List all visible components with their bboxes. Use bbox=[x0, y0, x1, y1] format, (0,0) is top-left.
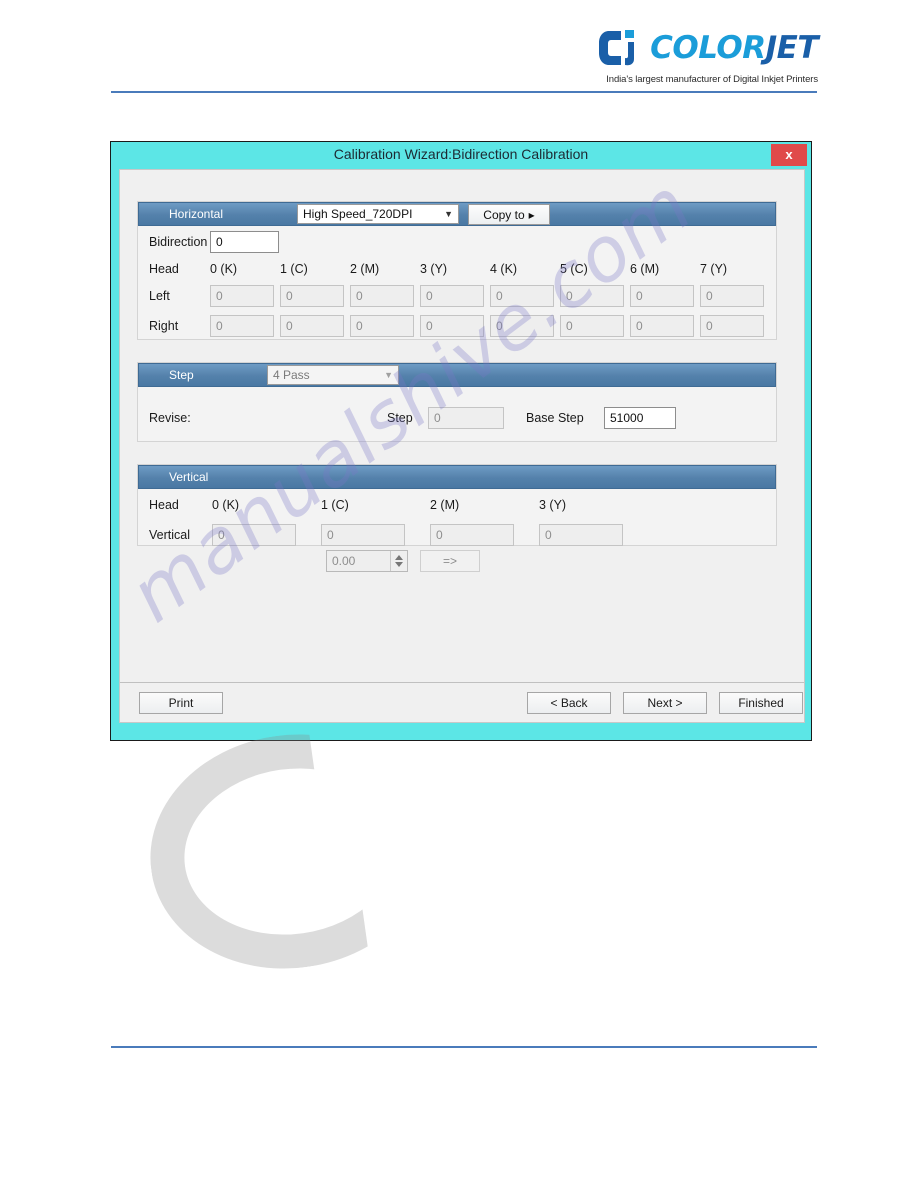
left-input-7[interactable]: 0 bbox=[700, 285, 764, 307]
brand-block: COLORJET India's largest manufacturer of… bbox=[599, 28, 819, 85]
chevron-down-icon: ▼ bbox=[444, 209, 453, 219]
horizontal-head-1: 1 (C) bbox=[280, 262, 308, 276]
vertical-head-label: Head bbox=[149, 498, 179, 512]
resolution-mode-select[interactable]: High Speed_720DPI ▼ bbox=[297, 204, 459, 224]
vertical-input-0[interactable]: 0 bbox=[212, 524, 296, 546]
right-input-2[interactable]: 0 bbox=[350, 315, 414, 337]
copy-to-label: Copy to bbox=[483, 207, 525, 222]
chevron-up-icon[interactable] bbox=[395, 555, 403, 560]
back-button[interactable]: < Back bbox=[527, 692, 611, 714]
footer-rule bbox=[111, 1046, 817, 1048]
right-input-3[interactable]: 0 bbox=[420, 315, 484, 337]
horizontal-head-5: 5 (C) bbox=[560, 262, 588, 276]
left-input-3[interactable]: 0 bbox=[420, 285, 484, 307]
base-step-input[interactable]: 51000 bbox=[604, 407, 676, 429]
vertical-input-3[interactable]: 0 bbox=[539, 524, 623, 546]
right-row-label: Right bbox=[149, 319, 179, 333]
vertical-panel: Vertical Head 0 (K) 1 (C) 2 (M) 3 (Y) Ve… bbox=[137, 464, 777, 546]
step-value-label: Step bbox=[387, 411, 413, 425]
logo-row: COLORJET bbox=[599, 28, 819, 68]
horizontal-head-3: 3 (Y) bbox=[420, 262, 448, 276]
vertical-head-1: 1 (C) bbox=[321, 498, 349, 512]
step-value-input[interactable]: 0 bbox=[428, 407, 504, 429]
dialog-body: Horizontal High Speed_720DPI ▼ Copy to ▸… bbox=[119, 169, 805, 723]
vertical-head-2: 2 (M) bbox=[430, 498, 460, 512]
brand-tagline: India's largest manufacturer of Digital … bbox=[606, 74, 818, 85]
vertical-section-header: Vertical bbox=[138, 465, 776, 489]
header-rule bbox=[111, 91, 817, 93]
dialog-title: Calibration Wizard:Bidirection Calibrati… bbox=[333, 146, 589, 162]
horizontal-head-0: 0 (K) bbox=[210, 262, 238, 276]
step-section-header: Step 4 Pass ▼ bbox=[138, 363, 776, 387]
right-input-4[interactable]: 0 bbox=[490, 315, 554, 337]
copy-to-button[interactable]: Copy to ▸ bbox=[468, 204, 550, 225]
page-header: COLORJET India's largest manufacturer of… bbox=[0, 0, 918, 100]
left-input-2[interactable]: 0 bbox=[350, 285, 414, 307]
step-panel: Step 4 Pass ▼ Revise: Step 0 Base Step 5… bbox=[137, 362, 777, 442]
watermark-logo-icon bbox=[135, 716, 448, 986]
bidirection-label: Bidirection bbox=[149, 235, 208, 249]
left-input-6[interactable]: 0 bbox=[630, 285, 694, 307]
horizontal-head-2: 2 (M) bbox=[350, 262, 380, 276]
brand-wordmark: COLORJET bbox=[650, 29, 819, 66]
horizontal-head-7: 7 (Y) bbox=[700, 262, 728, 276]
apply-revise-button[interactable]: => bbox=[420, 550, 480, 572]
vertical-input-2[interactable]: 0 bbox=[430, 524, 514, 546]
revise-value: 0.00 bbox=[332, 554, 356, 568]
chevron-down-icon[interactable] bbox=[395, 562, 403, 567]
calibration-wizard-dialog: Calibration Wizard:Bidirection Calibrati… bbox=[110, 141, 812, 741]
left-row-label: Left bbox=[149, 289, 170, 303]
pass-mode-value: 4 Pass bbox=[273, 368, 310, 382]
brand-name-color: COLOR bbox=[650, 29, 766, 66]
horizontal-panel: Horizontal High Speed_720DPI ▼ Copy to ▸… bbox=[137, 201, 777, 340]
vertical-head-0: 0 (K) bbox=[212, 498, 240, 512]
right-input-6[interactable]: 0 bbox=[630, 315, 694, 337]
base-step-label: Base Step bbox=[526, 411, 584, 425]
chevron-down-icon: ▼ bbox=[384, 370, 393, 380]
left-input-4[interactable]: 0 bbox=[490, 285, 554, 307]
horizontal-head-label: Head bbox=[149, 262, 179, 276]
bidirection-input[interactable]: 0 bbox=[210, 231, 279, 253]
close-icon[interactable]: x bbox=[771, 144, 807, 166]
finished-button[interactable]: Finished bbox=[719, 692, 803, 714]
vertical-section-label: Vertical bbox=[169, 470, 209, 484]
dialog-titlebar: Calibration Wizard:Bidirection Calibrati… bbox=[111, 142, 811, 169]
left-input-1[interactable]: 0 bbox=[280, 285, 344, 307]
dialog-footer: Print < Back Next > Finished bbox=[120, 682, 804, 722]
copy-to-arrow-icon: ▸ bbox=[528, 207, 535, 222]
colorjet-logo-icon bbox=[599, 30, 635, 66]
right-input-7[interactable]: 0 bbox=[700, 315, 764, 337]
right-input-0[interactable]: 0 bbox=[210, 315, 274, 337]
next-button[interactable]: Next > bbox=[623, 692, 707, 714]
pass-mode-select[interactable]: 4 Pass ▼ bbox=[267, 365, 399, 385]
right-input-5[interactable]: 0 bbox=[560, 315, 624, 337]
resolution-mode-value: High Speed_720DPI bbox=[303, 207, 413, 221]
horizontal-section-header: Horizontal High Speed_720DPI ▼ Copy to ▸ bbox=[138, 202, 776, 226]
print-button[interactable]: Print bbox=[139, 692, 223, 714]
vertical-row-label: Vertical bbox=[149, 528, 190, 542]
revise-label: Revise: bbox=[149, 411, 191, 425]
left-input-0[interactable]: 0 bbox=[210, 285, 274, 307]
step-section-label: Step bbox=[169, 368, 194, 382]
revise-stepper[interactable]: 0.00 bbox=[326, 550, 408, 572]
horizontal-section-label: Horizontal bbox=[169, 207, 224, 221]
vertical-input-1[interactable]: 0 bbox=[321, 524, 405, 546]
vertical-head-3: 3 (Y) bbox=[539, 498, 567, 512]
left-input-5[interactable]: 0 bbox=[560, 285, 624, 307]
right-input-1[interactable]: 0 bbox=[280, 315, 344, 337]
dialog-content: Horizontal High Speed_720DPI ▼ Copy to ▸… bbox=[120, 170, 804, 682]
brand-name-jet: JET bbox=[765, 29, 819, 66]
revise-spin-buttons[interactable] bbox=[390, 551, 407, 571]
horizontal-head-6: 6 (M) bbox=[630, 262, 660, 276]
horizontal-head-4: 4 (K) bbox=[490, 262, 518, 276]
